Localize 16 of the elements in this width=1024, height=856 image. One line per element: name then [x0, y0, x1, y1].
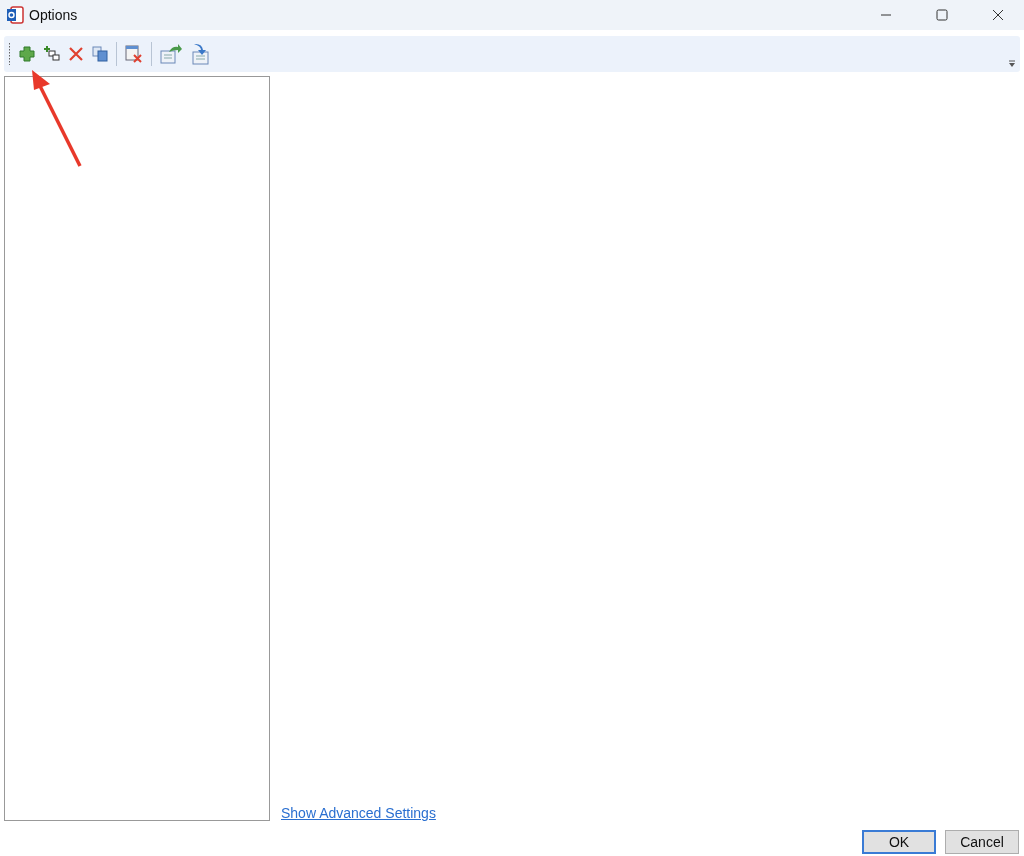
- export-icon[interactable]: [159, 43, 183, 65]
- plus-icon[interactable]: [18, 45, 36, 63]
- add-copy-icon[interactable]: [43, 45, 61, 63]
- window-title: Options: [29, 7, 78, 23]
- copy-icon[interactable]: [91, 45, 109, 63]
- show-advanced-settings-link[interactable]: Show Advanced Settings: [281, 805, 436, 821]
- delete-icon[interactable]: [68, 46, 84, 62]
- app-logo-icon: [6, 6, 24, 24]
- dialog-button[interactable]: OK: [862, 830, 936, 854]
- grip-icon: [8, 42, 11, 66]
- import-icon[interactable]: [190, 42, 212, 66]
- overflow-icon[interactable]: [1008, 60, 1016, 68]
- clear-table-icon[interactable]: [124, 44, 144, 64]
- dialog-button[interactable]: Cancel: [945, 830, 1019, 854]
- maximize-icon[interactable]: [936, 9, 948, 21]
- close-icon[interactable]: [992, 9, 1004, 21]
